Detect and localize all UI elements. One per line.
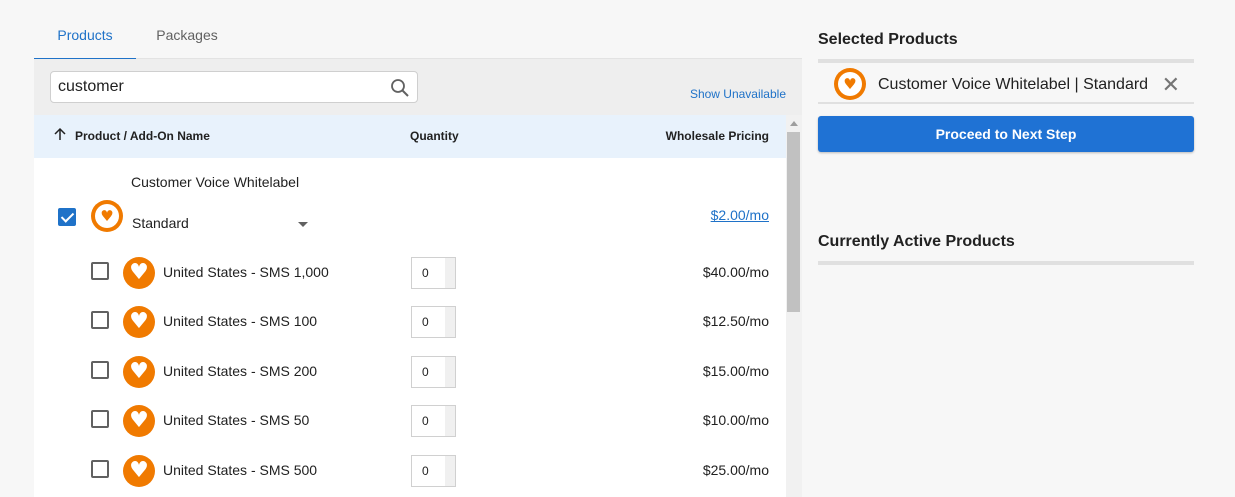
sort-ascending-icon[interactable] xyxy=(54,127,66,141)
quantity-stepper[interactable]: 0 xyxy=(411,455,456,487)
quantity-value: 0 xyxy=(422,414,429,428)
sms-addon-icon: ♥ xyxy=(123,405,155,437)
addon-name: United States - SMS 50 xyxy=(163,412,310,428)
stepper-arrows[interactable] xyxy=(445,258,455,288)
stepper-arrows[interactable] xyxy=(445,406,455,436)
sms-addon-icon: ♥ xyxy=(123,257,155,289)
addon-name: United States - SMS 100 xyxy=(163,313,318,329)
edition-dropdown[interactable]: Standard xyxy=(132,213,308,237)
main-product-name: Customer Voice Whitelabel xyxy=(131,174,300,190)
divider xyxy=(818,102,1194,104)
addon-price: $40.00/mo xyxy=(702,264,769,280)
quantity-value: 0 xyxy=(422,315,429,329)
quantity-value: 0 xyxy=(422,464,429,478)
selected-product-item: ♥ Customer Voice Whitelabel | Standard ✕ xyxy=(818,64,1194,106)
stepper-arrows[interactable] xyxy=(445,357,455,387)
currently-active-products-title: Currently Active Products xyxy=(818,233,1015,250)
addon-checkbox[interactable] xyxy=(91,410,109,428)
tab-packages-label: Packages xyxy=(156,27,218,43)
table-row-main-product: ♥ Customer Voice Whitelabel Standard $2.… xyxy=(34,167,786,247)
scroll-up-arrow-icon[interactable] xyxy=(790,121,798,126)
table-scrollbar[interactable] xyxy=(786,115,802,497)
tab-packages[interactable]: Packages xyxy=(136,17,238,59)
sms-addon-icon: ♥ xyxy=(123,356,155,388)
addon-price: $15.00/mo xyxy=(702,363,769,379)
column-header-name[interactable]: Product / Add-On Name xyxy=(75,129,210,143)
quantity-stepper[interactable]: 0 xyxy=(411,405,456,437)
addon-price: $10.00/mo xyxy=(702,412,769,428)
search-bar: Show Unavailable xyxy=(34,59,802,115)
main-product-checkbox[interactable] xyxy=(58,208,76,226)
divider xyxy=(818,59,1194,63)
table-row: ♥ United States - SMS 1,000 0 $40.00/mo xyxy=(34,247,786,297)
column-header-quantity: Quantity xyxy=(410,129,459,143)
proceed-next-step-button[interactable]: Proceed to Next Step xyxy=(818,116,1194,152)
addon-price: $12.50/mo xyxy=(702,313,769,329)
quantity-stepper[interactable]: 0 xyxy=(411,306,456,338)
sms-addon-icon: ♥ xyxy=(123,306,155,338)
column-header-pricing: Wholesale Pricing xyxy=(665,129,769,143)
search-icon[interactable] xyxy=(390,78,410,98)
sms-addon-icon: ♥ xyxy=(123,455,155,487)
addon-checkbox[interactable] xyxy=(91,311,109,329)
main-product-price-link[interactable]: $2.00/mo xyxy=(711,207,769,223)
remove-selected-close-icon[interactable]: ✕ xyxy=(1162,75,1180,97)
addon-checkbox[interactable] xyxy=(91,262,109,280)
customer-voice-logo-icon: ♥ xyxy=(834,68,866,100)
quantity-value: 0 xyxy=(422,365,429,379)
tab-products-label: Products xyxy=(57,27,113,43)
tab-bar: Products Packages xyxy=(34,17,802,60)
tab-products[interactable]: Products xyxy=(34,17,136,60)
table-row: ♥ United States - SMS 100 0 $12.50/mo xyxy=(34,297,786,347)
addon-name: United States - SMS 500 xyxy=(163,462,318,478)
show-unavailable-link[interactable]: Show Unavailable xyxy=(690,87,786,101)
product-table: Product / Add-On Name Quantity Wholesale… xyxy=(34,115,802,497)
addon-checkbox[interactable] xyxy=(91,361,109,379)
table-row: ♥ United States - SMS 200 0 $15.00/mo xyxy=(34,347,786,397)
addon-checkbox[interactable] xyxy=(91,460,109,478)
divider xyxy=(818,261,1194,265)
addon-name: United States - SMS 200 xyxy=(163,363,318,379)
quantity-stepper[interactable]: 0 xyxy=(411,356,456,388)
edition-selected-value: Standard xyxy=(132,215,189,231)
customer-voice-logo-icon: ♥ xyxy=(91,200,123,232)
addon-name: United States - SMS 1,000 xyxy=(163,264,329,280)
stepper-arrows[interactable] xyxy=(445,456,455,486)
scrollbar-thumb[interactable] xyxy=(787,132,800,312)
chevron-down-icon xyxy=(298,222,308,227)
table-row: ♥ United States - SMS 500 0 $25.00/mo xyxy=(34,447,786,497)
stepper-arrows[interactable] xyxy=(445,307,455,337)
search-input[interactable] xyxy=(58,72,378,102)
selected-product-name: Customer Voice Whitelabel | Standard xyxy=(878,76,1149,93)
selected-products-title: Selected Products xyxy=(818,31,958,48)
addon-price: $25.00/mo xyxy=(702,462,769,478)
quantity-stepper[interactable]: 0 xyxy=(411,257,456,289)
search-field xyxy=(50,71,418,103)
table-header: Product / Add-On Name Quantity Wholesale… xyxy=(34,115,786,158)
quantity-value: 0 xyxy=(422,266,429,280)
table-row: ♥ United States - SMS 50 0 $10.00/mo xyxy=(34,397,786,447)
product-catalog: Products Packages Show Unavailable Produ… xyxy=(34,17,802,497)
selection-panel: Selected Products ♥ Customer Voice White… xyxy=(818,0,1194,497)
